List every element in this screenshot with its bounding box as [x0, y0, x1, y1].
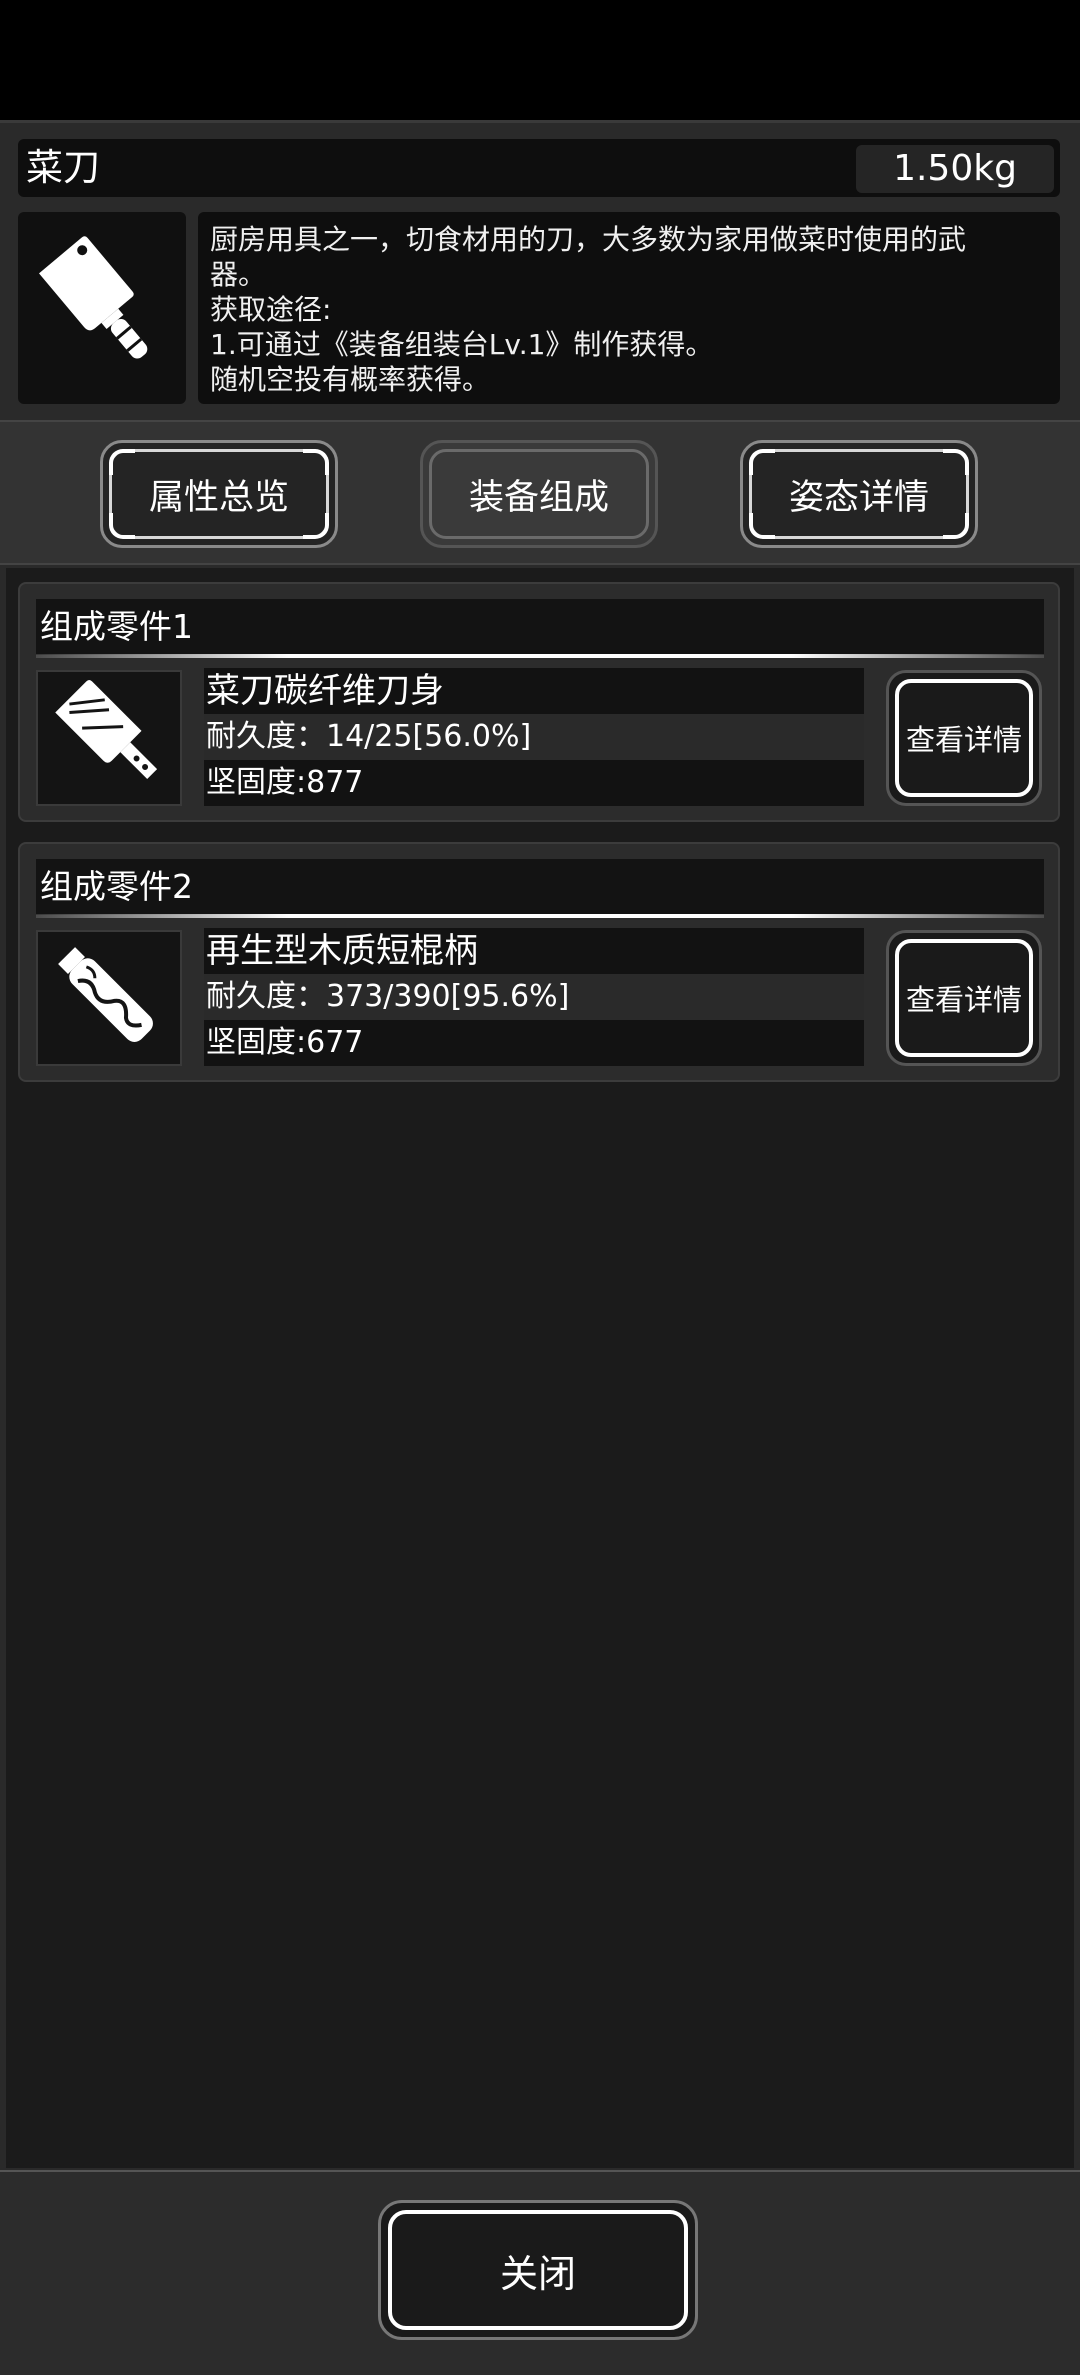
part-header-divider [36, 654, 1044, 658]
part-info: 菜刀碳纤维刀身 耐久度：14/25[56.0%] 坚固度:877 [204, 668, 864, 806]
item-weight: 1.50kg [856, 145, 1054, 193]
description-line: 厨房用具之一，切食材用的刀，大多数为家用做菜时使用的武 [210, 223, 967, 256]
description-line: 器。 [210, 258, 267, 291]
part-name: 再生型木质短棍柄 [204, 928, 864, 974]
part-hardness: 坚固度:877 [204, 760, 864, 806]
description-line: 1.可通过《装备组装台Lv.1》制作获得。 [210, 328, 714, 361]
tab-attributes-overview[interactable]: 属性总览 [100, 440, 338, 548]
item-name: 菜刀 [26, 146, 100, 189]
tab-equipment-composition[interactable]: 装备组成 [420, 440, 658, 548]
description-line: 随机空投有概率获得。 [210, 363, 491, 396]
wooden-handle-icon [58, 947, 153, 1042]
tab-label: 装备组成 [468, 477, 609, 518]
blade-icon [55, 680, 158, 780]
close-button[interactable]: 关闭 [378, 2200, 698, 2340]
description-line: 获取途径: [210, 293, 332, 326]
part-header: 组成零件1 [36, 599, 1044, 655]
view-details-button[interactable]: 查看详情 [886, 930, 1042, 1066]
part-hardness: 坚固度:677 [204, 1020, 864, 1066]
part-info: 再生型木质短棍柄 耐久度：373/390[95.6%] 坚固度:677 [204, 928, 864, 1066]
tab-stance-details[interactable]: 姿态详情 [740, 440, 978, 548]
tab-label: 属性总览 [148, 477, 289, 518]
item-icon-frame [18, 212, 186, 404]
part-icon-frame [36, 670, 182, 806]
cleaver-icon [39, 236, 148, 359]
part-header: 组成零件2 [36, 859, 1044, 915]
part-durability: 耐久度：14/25[56.0%] [204, 714, 864, 760]
button-label: 查看详情 [905, 723, 1022, 757]
part-icon-frame [36, 930, 182, 1066]
item-description: 厨房用具之一，切食材用的刀，大多数为家用做菜时使用的武 器。 获取途径: 1.可… [198, 212, 1060, 404]
close-label: 关闭 [499, 2251, 576, 2296]
part-name: 菜刀碳纤维刀身 [204, 668, 864, 714]
part-header-divider [36, 914, 1044, 918]
part-durability: 耐久度：373/390[95.6%] [204, 974, 864, 1020]
view-details-button[interactable]: 查看详情 [886, 670, 1042, 806]
tab-label: 姿态详情 [788, 477, 929, 518]
button-label: 查看详情 [905, 983, 1022, 1017]
